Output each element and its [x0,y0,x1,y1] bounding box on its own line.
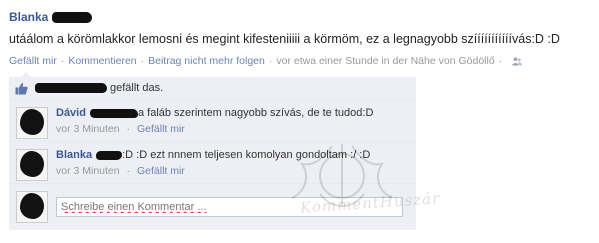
story-header: Blanka [9,9,93,25]
unfollow-link[interactable]: Beitrag nicht mehr folgen [148,55,265,67]
comment-text: :D :D ezt nnnem teljesen komolyan gondol… [122,149,371,161]
avatar-redaction [20,151,44,177]
status-message: utáálom a körömlakkor lemosni és megint … [9,32,560,46]
comment-like-link[interactable]: Gefällt mir [137,123,185,135]
redacted-liker-name [35,83,107,93]
story-actions: Gefällt mir · Kommentieren · Beitrag nic… [9,55,522,67]
thumbs-up-icon [15,82,28,95]
comment-body: Dávid a faláb szerintem nagyobb szívás, … [56,107,373,119]
avatar-redaction [20,193,44,219]
post-author-name[interactable]: Blanka [9,10,48,24]
separator: · [268,55,273,67]
comment-link[interactable]: Kommentieren [68,55,136,67]
comment-item: Blanka :D :D ezt nnnem teljesen komolyan… [9,142,416,184]
comment-body: Blanka :D :D ezt nnnem teljesen komolyan… [56,149,370,161]
feed-story: Blanka utáálom a körömlakkor lemosni és … [0,0,599,243]
redacted-surname [96,150,123,160]
separator: · [498,55,503,67]
likes-summary: gefällt das. [9,77,416,100]
friends-icon[interactable] [512,56,522,66]
comment-timestamp[interactable]: vor 3 Minuten [56,123,120,135]
comment-author-name[interactable]: Blanka [56,149,92,161]
comment-like-link[interactable]: Gefällt mir [137,165,185,177]
separator: · [140,55,145,67]
comment-meta: vor 3 Minuten · Gefällt mir [56,123,185,135]
timestamp-location[interactable]: vor etwa einer Stunde in der Nähe von Gö… [276,55,494,67]
comment-item: Dávid a faláb szerintem nagyobb szívás, … [9,100,416,142]
comment-meta: vor 3 Minuten · Gefällt mir [56,165,185,177]
separator: · [60,55,65,67]
redacted-surname [52,11,93,23]
like-link[interactable]: Gefällt mir [9,55,57,67]
comment-author-name[interactable]: Dávid [56,107,86,119]
avatar[interactable] [16,149,48,181]
avatar[interactable] [16,107,48,139]
separator: · [126,123,131,135]
separator: · [126,165,131,177]
avatar-redaction [20,109,44,135]
redacted-surname [89,108,138,118]
avatar [16,191,48,223]
comment-timestamp[interactable]: vor 3 Minuten [56,165,120,177]
comment-text: a faláb szerintem nagyobb szívás, de te … [137,107,374,119]
likes-text: gefällt das. [110,82,164,94]
